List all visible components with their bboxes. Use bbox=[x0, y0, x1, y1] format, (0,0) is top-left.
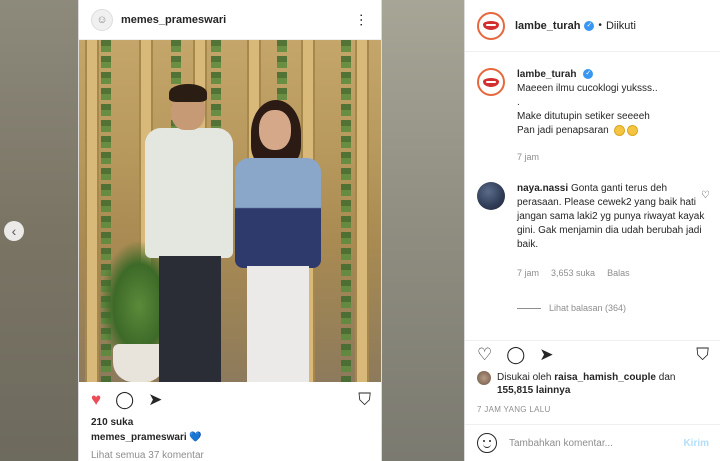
preview-post-card: ☺ memes_prameswari ⋯ ♥ ◯ ➤ ⛉ 210 suka me… bbox=[78, 0, 382, 461]
share-icon[interactable]: ➤ bbox=[539, 346, 553, 363]
liked-by-others[interactable]: 155,815 lainnya bbox=[497, 385, 570, 396]
avatar[interactable]: ☺ bbox=[91, 8, 113, 31]
chevron-left-icon[interactable]: ‹ bbox=[4, 221, 24, 241]
post-photo[interactable] bbox=[79, 40, 381, 382]
avatar[interactable] bbox=[477, 68, 505, 96]
caption-username[interactable]: memes_prameswari bbox=[91, 432, 187, 443]
heart-icon[interactable]: ♥ bbox=[91, 391, 101, 408]
more-options-icon[interactable]: ⋯ bbox=[354, 13, 370, 27]
comment-like-count[interactable]: 3,653 suka bbox=[551, 266, 595, 280]
caption-time[interactable]: 7 jam bbox=[517, 150, 539, 164]
post-header: ☺ memes_prameswari ⋯ bbox=[79, 0, 381, 40]
comment-input[interactable] bbox=[509, 437, 684, 449]
caption-comment: lambe_turah ✓ Maeeen ilmu cucoklogi yuks… bbox=[477, 68, 709, 164]
share-icon[interactable]: ➤ bbox=[148, 391, 162, 408]
reply-button[interactable]: Balas bbox=[607, 266, 630, 280]
person-left bbox=[141, 84, 233, 382]
post-username[interactable]: memes_prameswari bbox=[121, 14, 355, 26]
emoji-icon bbox=[613, 124, 625, 136]
post-detail-panel: lambe_turah ✓ • Diikuti lambe_turah ✓ Ma… bbox=[464, 0, 720, 461]
like-count[interactable]: 210 suka bbox=[91, 417, 133, 428]
view-all-comments-link[interactable]: Lihat semua 37 komentar bbox=[91, 450, 204, 461]
posted-time[interactable]: 7 JAM YANG LALU bbox=[477, 405, 551, 414]
comment-icon[interactable]: ◯ bbox=[115, 391, 134, 408]
header-username[interactable]: lambe_turah bbox=[515, 20, 580, 32]
liked-by-middle: dan bbox=[658, 372, 676, 383]
caption-username[interactable]: lambe_turah bbox=[517, 69, 576, 80]
heart-icon[interactable]: ♡ bbox=[477, 346, 492, 363]
liked-by: Disukai oleh raisa_hamish_couple dan 155… bbox=[477, 371, 713, 397]
bookmark-icon[interactable]: ⛉ bbox=[696, 346, 709, 363]
comment-time[interactable]: 7 jam bbox=[517, 266, 539, 280]
emoji-icon bbox=[626, 124, 638, 136]
panel-header: lambe_turah ✓ • Diikuti bbox=[465, 0, 720, 52]
comment-username[interactable]: naya.nassi bbox=[517, 183, 568, 194]
caption-emoji: 💙 bbox=[189, 432, 202, 443]
liked-by-user[interactable]: raisa_hamish_couple bbox=[554, 372, 656, 383]
heart-icon[interactable]: ♡ bbox=[701, 190, 710, 201]
lips-logo-icon bbox=[483, 77, 499, 87]
bookmark-icon[interactable]: ⛉ bbox=[358, 391, 371, 408]
lips-logo-icon bbox=[483, 21, 499, 30]
comment-item: naya.nassi Gonta ganti terus deh perasaa… bbox=[477, 182, 709, 280]
verified-badge-icon: ✓ bbox=[584, 20, 595, 31]
post-action-bar: ♥ ◯ ➤ ⛉ bbox=[91, 388, 371, 410]
comment-icon[interactable]: ◯ bbox=[506, 346, 525, 363]
panel-action-bar: ♡ ◯ ➤ ⛉ bbox=[465, 340, 720, 368]
separator: • bbox=[598, 20, 602, 31]
emoji-icon[interactable] bbox=[477, 433, 497, 453]
liked-by-prefix: Disukai oleh bbox=[497, 372, 552, 383]
post-caption: memes_prameswari 💙 bbox=[91, 432, 202, 443]
avatar[interactable] bbox=[477, 371, 491, 385]
comment-box: Kirim bbox=[465, 424, 720, 461]
avatar[interactable] bbox=[477, 11, 505, 40]
person-right bbox=[229, 100, 325, 382]
view-replies-link[interactable]: Lihat balasan (364) bbox=[517, 303, 626, 313]
post-comment-button[interactable]: Kirim bbox=[683, 438, 709, 449]
verified-badge-icon: ✓ bbox=[583, 69, 594, 80]
follow-status-button[interactable]: Diikuti bbox=[606, 20, 636, 32]
avatar[interactable] bbox=[477, 182, 505, 210]
background-middle bbox=[382, 0, 464, 461]
